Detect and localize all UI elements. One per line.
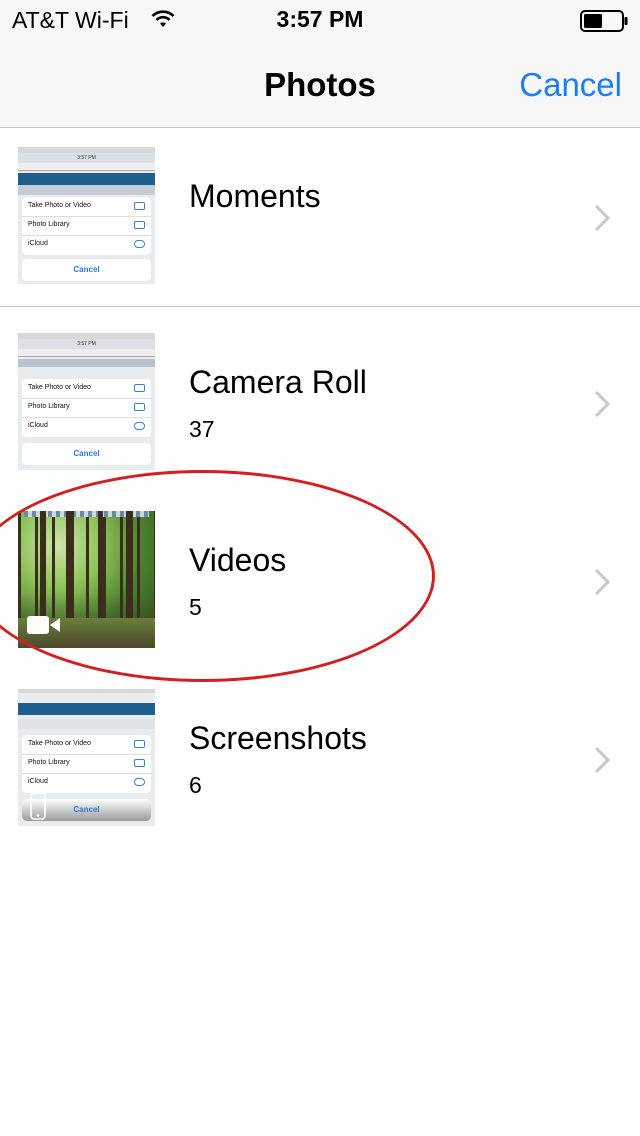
photo-library-icon [134,221,145,229]
album-thumbnail: Take Photo or Video Photo Library iCloud… [18,689,155,826]
chevron-right-icon [594,390,611,418]
status-bar: AT&T Wi-Fi 3:57 PM [0,0,640,40]
battery-icon [580,10,628,32]
camera-icon [134,384,145,392]
thumb-option: Photo Library [28,221,70,228]
chevron-right-icon [594,746,611,774]
album-count: 5 [189,594,202,620]
album-title: Screenshots [189,720,367,756]
album-row-screenshots[interactable]: Take Photo or Video Photo Library iCloud… [0,663,640,841]
album-thumbnail [18,511,155,648]
thumb-action-sheet: Take Photo or Video Photo Library iCloud [22,379,151,437]
album-title: Videos [189,542,287,578]
thumb-cancel: Cancel [22,443,151,465]
cloud-icon [134,422,145,430]
album-row-moments[interactable]: 3:57 PM Take Photo or Video Photo Librar… [0,129,640,307]
camera-icon [134,202,145,210]
chevron-right-icon [594,568,611,596]
album-count: 6 [189,772,202,798]
thumb-option: Take Photo or Video [28,202,91,209]
thumb-time: 3:57 PM [18,339,155,349]
thumb-option: Take Photo or Video [28,740,91,747]
cloud-icon [134,778,145,786]
thumb-option: iCloud [28,422,48,429]
thumb-time: 3:57 PM [18,153,155,163]
thumb-option: iCloud [28,240,48,247]
album-title: Moments [189,178,321,214]
chevron-right-icon [594,204,611,232]
cloud-icon [134,240,145,248]
album-row-videos[interactable]: Videos 5 [0,485,640,663]
cancel-button[interactable]: Cancel [519,66,622,104]
iphone-icon [30,792,46,820]
thumb-option: iCloud [28,778,48,785]
album-thumbnail: 3:57 PM Take Photo or Video Photo Librar… [18,147,155,284]
thumb-cancel: Cancel [22,259,151,281]
thumb-option: Photo Library [28,759,70,766]
camera-icon [134,740,145,748]
photo-library-icon [134,759,145,767]
thumb-action-sheet: Take Photo or Video Photo Library iCloud [22,197,151,255]
album-title: Camera Roll [189,364,367,400]
album-row-camera-roll[interactable]: 3:57 PM Take Photo or Video Photo Librar… [0,307,640,485]
album-count: 37 [189,416,215,442]
thumb-option: Photo Library [28,403,70,410]
thumb-option: Take Photo or Video [28,384,91,391]
video-camera-icon [27,616,60,634]
album-thumbnail: 3:57 PM Take Photo or Video Photo Librar… [18,333,155,470]
photo-library-icon [134,403,145,411]
thumb-action-sheet: Take Photo or Video Photo Library iCloud [22,735,151,793]
status-time: 3:57 PM [276,6,364,32]
top-bar: AT&T Wi-Fi 3:57 PM Photos Cancel [0,0,640,128]
